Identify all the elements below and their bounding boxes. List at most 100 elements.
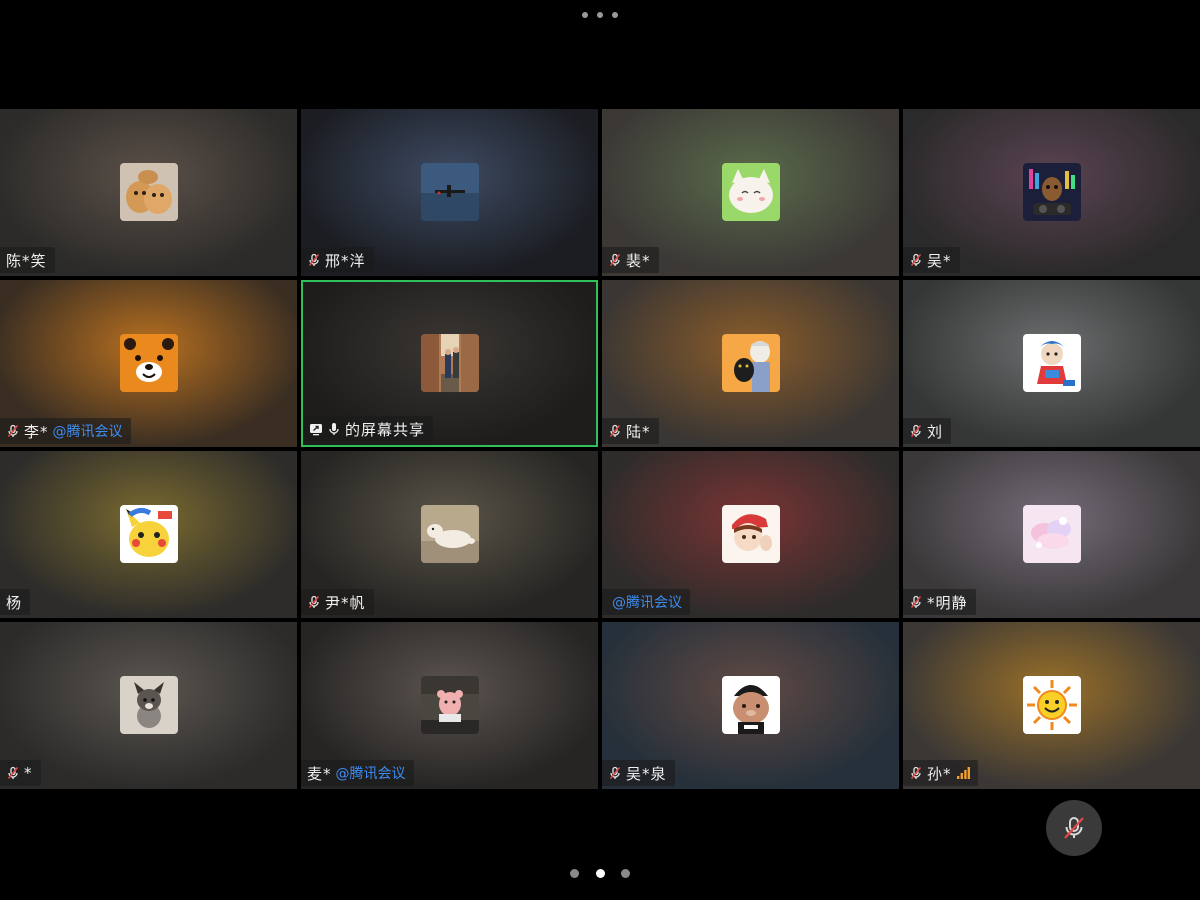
plane-photo-avatar bbox=[420, 163, 479, 221]
participant-name: 吴* bbox=[927, 251, 952, 270]
toy-photo bbox=[420, 676, 479, 734]
anime-boy bbox=[721, 505, 780, 563]
name-tag: 麦* @腾讯会议 bbox=[301, 760, 414, 786]
name-tag: 刘 bbox=[903, 418, 952, 444]
participant-tile[interactable]: 陈*笑 bbox=[0, 109, 297, 276]
name-tag: 邢*洋 bbox=[301, 247, 374, 273]
mic-off-icon bbox=[1064, 817, 1084, 839]
mute-toggle-button[interactable] bbox=[1046, 800, 1102, 856]
anime-cat-avatar bbox=[721, 334, 780, 392]
signal-strength-icon bbox=[956, 766, 970, 780]
participant-name: 吴*泉 bbox=[626, 764, 667, 783]
participant-name: * bbox=[24, 764, 33, 782]
bear-orange bbox=[119, 334, 178, 392]
sun-emoji bbox=[1022, 676, 1081, 734]
more-dots-icon bbox=[597, 12, 603, 18]
screen-share-tile[interactable]: 的屏幕共享 bbox=[301, 280, 598, 447]
participant-tile[interactable]: 麦* @腾讯会议 bbox=[301, 622, 598, 789]
mascot-blue bbox=[1022, 334, 1081, 392]
page-dot[interactable] bbox=[621, 868, 630, 878]
participant-tile[interactable]: 陆* bbox=[602, 280, 899, 447]
plane-photo bbox=[420, 163, 479, 221]
participant-tile[interactable]: 李* @腾讯会议 bbox=[0, 280, 297, 447]
name-tag: 裴* bbox=[602, 247, 659, 273]
name-tag: @腾讯会议 bbox=[602, 589, 690, 615]
participant-tile[interactable]: 刘 bbox=[903, 280, 1200, 447]
participant-tile[interactable]: 孙* bbox=[903, 622, 1200, 789]
mic-muted-icon bbox=[608, 253, 622, 267]
name-tag: * bbox=[0, 760, 41, 786]
pikachu bbox=[119, 505, 178, 563]
participant-name: 裴* bbox=[626, 251, 651, 270]
anime-cat bbox=[721, 334, 780, 392]
groot-dj-avatar bbox=[1022, 163, 1081, 221]
participant-name: 尹*帆 bbox=[325, 593, 366, 612]
cats-photo-avatar bbox=[119, 163, 178, 221]
bear-cartoon bbox=[721, 676, 780, 734]
participant-name: 陈*笑 bbox=[6, 251, 47, 270]
meeting-window: 陈*笑 邢*洋 裴* 吴* 李* @腾讯会议 的屏幕共享 陆* 刘 杨 尹*帆 … bbox=[0, 0, 1200, 900]
mic-muted-icon bbox=[608, 424, 622, 438]
bear-orange-avatar bbox=[119, 334, 178, 392]
participant-name: 杨 bbox=[6, 593, 23, 612]
name-tag: 李* @腾讯会议 bbox=[0, 418, 131, 444]
name-tag: *明静 bbox=[903, 589, 976, 615]
participant-org: @腾讯会议 bbox=[612, 595, 682, 611]
name-tag: 陆* bbox=[602, 418, 659, 444]
participant-org: @腾讯会议 bbox=[335, 766, 406, 782]
name-tag: 孙* bbox=[903, 760, 978, 786]
name-tag: 吴*泉 bbox=[602, 760, 675, 786]
page-indicator bbox=[570, 866, 630, 880]
toy-photo-avatar bbox=[420, 676, 479, 734]
participant-name: 孙* bbox=[927, 764, 952, 783]
participant-tile[interactable]: 杨 bbox=[0, 451, 297, 618]
participant-name: 陆* bbox=[626, 422, 651, 441]
sun-emoji-avatar bbox=[1022, 676, 1081, 734]
anime-boy-avatar bbox=[721, 505, 780, 563]
street-photo-avatar bbox=[420, 334, 479, 392]
video-grid: 陈*笑 邢*洋 裴* 吴* 李* @腾讯会议 的屏幕共享 陆* 刘 杨 尹*帆 … bbox=[0, 109, 1200, 791]
participant-name: *明静 bbox=[927, 593, 968, 612]
mic-muted-icon bbox=[909, 424, 923, 438]
mascot-blue-avatar bbox=[1022, 334, 1081, 392]
name-tag: 尹*帆 bbox=[301, 589, 374, 615]
page-dot[interactable] bbox=[570, 868, 579, 878]
cat-cartoon bbox=[721, 163, 780, 221]
participant-tile[interactable]: 尹*帆 bbox=[301, 451, 598, 618]
pink-art-avatar bbox=[1022, 505, 1081, 563]
more-dots-icon bbox=[582, 12, 588, 18]
participant-tile[interactable]: 裴* bbox=[602, 109, 899, 276]
participant-tile[interactable]: @腾讯会议 bbox=[602, 451, 899, 618]
mic-muted-icon bbox=[608, 766, 622, 780]
mic-muted-icon bbox=[909, 253, 923, 267]
participant-tile[interactable]: * bbox=[0, 622, 297, 789]
name-tag: 吴* bbox=[903, 247, 960, 273]
more-menu-button[interactable] bbox=[582, 9, 618, 21]
puppy-photo bbox=[119, 676, 178, 734]
mic-muted-icon bbox=[909, 595, 923, 609]
page-dot-current[interactable] bbox=[595, 868, 605, 878]
participant-name: 李* bbox=[24, 422, 49, 441]
mic-muted-icon bbox=[307, 253, 321, 267]
name-tag: 的屏幕共享 bbox=[303, 416, 434, 442]
participant-name: 的屏幕共享 bbox=[345, 420, 426, 439]
cats-photo bbox=[119, 163, 178, 221]
pink-art bbox=[1022, 505, 1081, 563]
puppy-photo-avatar bbox=[119, 676, 178, 734]
mic-icon bbox=[327, 422, 341, 436]
participant-name: 刘 bbox=[927, 422, 944, 441]
dog-photo bbox=[420, 505, 479, 563]
participant-tile[interactable]: 吴* bbox=[903, 109, 1200, 276]
mic-muted-icon bbox=[6, 424, 20, 438]
participant-name: 麦* bbox=[307, 764, 332, 783]
street-photo bbox=[420, 334, 479, 392]
participant-tile[interactable]: 吴*泉 bbox=[602, 622, 899, 789]
dog-photo-avatar bbox=[420, 505, 479, 563]
mic-muted-icon bbox=[909, 766, 923, 780]
name-tag: 杨 bbox=[0, 589, 31, 615]
bear-cartoon-avatar bbox=[721, 676, 780, 734]
pikachu-avatar bbox=[119, 505, 178, 563]
participant-tile[interactable]: *明静 bbox=[903, 451, 1200, 618]
participant-name: 邢*洋 bbox=[325, 251, 366, 270]
participant-tile[interactable]: 邢*洋 bbox=[301, 109, 598, 276]
